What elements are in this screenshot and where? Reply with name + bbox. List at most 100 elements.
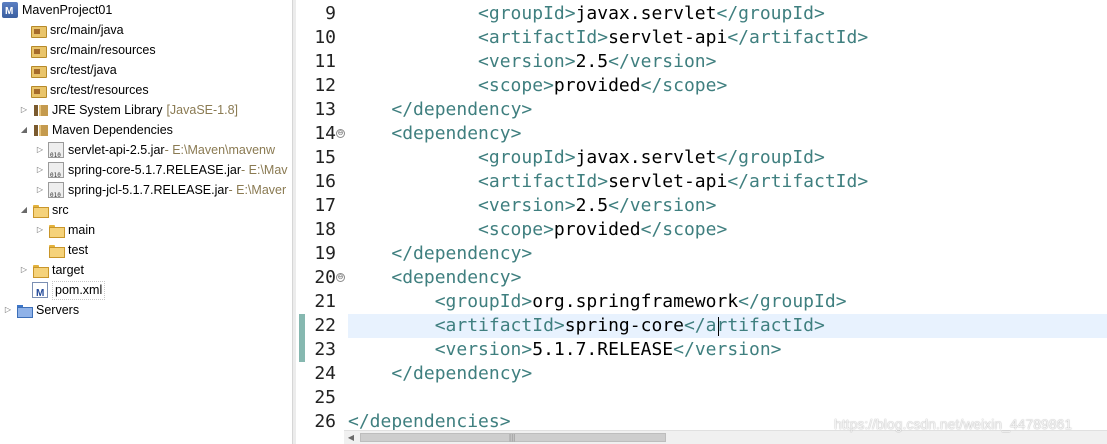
chevron-down-icon[interactable]: ◢: [18, 200, 30, 220]
watermark: https://blog.csdn.net/weixin_44789861: [834, 416, 1073, 432]
code-line[interactable]: <groupId>javax.servlet</groupId>: [348, 2, 825, 26]
code-line[interactable]: <dependency>: [348, 266, 521, 290]
line-number: 22: [314, 315, 336, 336]
xml-close-tag: </version>: [673, 339, 782, 360]
tree-item-target[interactable]: ▷ target: [18, 260, 84, 280]
project-explorer: MavenProject01 src/main/java src/main/re…: [0, 0, 292, 444]
fold-toggle-icon[interactable]: ⊖: [336, 129, 345, 138]
tree-item-decoration: - E:\Maver: [228, 183, 287, 197]
jar-icon: [48, 182, 64, 206]
xml-open-tag: <scope>: [478, 75, 554, 96]
scroll-left-arrow-icon[interactable]: ◀: [344, 431, 358, 444]
tree-item-spring-jcl-jar[interactable]: ▷ spring-jcl-5.1.7.RELEASE.jar - E:\Mave…: [34, 180, 287, 206]
code-line[interactable]: </dependency>: [348, 242, 532, 266]
tree-item-src-test-resources[interactable]: src/test/resources: [30, 80, 149, 100]
line-number: 26: [314, 411, 336, 432]
chevron-right-icon[interactable]: ▷: [34, 180, 46, 200]
chevron-right-icon[interactable]: ▷: [34, 140, 46, 160]
tree-item-label: pom.xml: [52, 280, 106, 300]
line-number: 19: [314, 243, 336, 264]
xml-close-tag: </artifactId>: [727, 27, 869, 48]
code-line[interactable]: <groupId>javax.servlet</groupId>: [348, 146, 825, 170]
xml-text-content: org.springframework: [532, 291, 739, 312]
tree-item-label: Maven Dependencies: [52, 123, 173, 137]
line-number: 13: [314, 99, 336, 120]
tree-item-src-test-java[interactable]: src/test/java: [30, 60, 117, 80]
line-number: 14: [314, 123, 336, 144]
code-line[interactable]: <artifactId>servlet-api</artifactId>: [348, 170, 868, 194]
xml-close-tag: </scope>: [640, 219, 728, 240]
chevron-right-icon[interactable]: ▷: [34, 160, 46, 180]
code-line[interactable]: <dependency>: [348, 122, 521, 146]
xml-text-content: provided: [553, 75, 641, 96]
chevron-right-icon[interactable]: ▷: [18, 260, 30, 280]
tree-item-main[interactable]: ▷ main: [34, 220, 95, 240]
code-line[interactable]: <artifactId>spring-core</artifactId>: [348, 314, 825, 338]
tree-item-spring-core-jar[interactable]: ▷ spring-core-5.1.7.RELEASE.jar - E:\Mav: [34, 160, 288, 186]
xml-open-tag: <groupId>: [478, 147, 576, 168]
chevron-right-icon[interactable]: ▷: [2, 300, 14, 320]
xml-close-tag: </groupId>: [738, 291, 847, 312]
source-folder-icon: [30, 42, 47, 58]
tree-item-label: src/main/java: [50, 23, 124, 37]
tree-item-pom-xml[interactable]: pom.xml: [32, 280, 106, 304]
line-number: 9: [325, 3, 336, 24]
xml-editor[interactable]: 9 <groupId>javax.servlet</groupId> 10 <ar…: [296, 0, 1107, 444]
tree-item-maven-project[interactable]: MavenProject01: [2, 0, 112, 22]
tree-item-label: target: [52, 263, 84, 277]
tree-item-label: spring-core-5.1.7.RELEASE.jar: [68, 163, 241, 177]
tree-item-src[interactable]: ◢ src: [18, 200, 69, 220]
xml-open-tag: <groupId>: [478, 3, 576, 24]
horizontal-scrollbar[interactable]: ◀ |||: [344, 430, 1107, 444]
xml-open-tag: <dependency>: [391, 267, 522, 288]
xml-text-content: javax.servlet: [575, 3, 717, 24]
xml-close-tag: </artifactId>: [727, 171, 869, 192]
text-cursor: [718, 317, 719, 336]
code-line[interactable]: <version>2.5</version>: [348, 50, 716, 74]
code-line[interactable]: <artifactId>servlet-api</artifactId>: [348, 26, 868, 50]
code-line[interactable]: <version>2.5</version>: [348, 194, 716, 218]
chevron-down-icon[interactable]: ◢: [18, 120, 30, 140]
source-folder-icon: [30, 22, 47, 38]
tree-item-src-main-java[interactable]: src/main/java: [30, 20, 124, 40]
tree-item-jre-system-library[interactable]: ▷ JRE System Library [JavaSE-1.8]: [18, 100, 238, 120]
chevron-right-icon[interactable]: ▷: [18, 100, 30, 120]
xml-open-tag: <version>: [434, 339, 533, 360]
tree-item-label: Servers: [36, 303, 80, 317]
code-line[interactable]: <scope>provided</scope>: [348, 74, 727, 98]
tree-item-test[interactable]: test: [48, 240, 88, 260]
folder-icon: [32, 202, 49, 218]
tree-item-label: servlet-api-2.5.jar: [68, 143, 165, 157]
xml-open-tag: <artifactId>: [478, 171, 609, 192]
chevron-right-icon[interactable]: ▷: [34, 220, 46, 240]
line-number: 16: [314, 171, 336, 192]
fold-toggle-icon[interactable]: ⊖: [336, 273, 345, 282]
tree-item-servlet-api-jar[interactable]: ▷ servlet-api-2.5.jar - E:\Maven\mavenw: [34, 140, 276, 166]
tree-item-src-main-resources[interactable]: src/main/resources: [30, 40, 156, 60]
scrollbar-thumb[interactable]: |||: [360, 433, 666, 442]
code-line[interactable]: </dependency>: [348, 98, 532, 122]
code-line[interactable]: </dependency>: [348, 362, 532, 386]
xml-close-tag: </groupId>: [716, 147, 825, 168]
code-line[interactable]: <version>5.1.7.RELEASE</version>: [348, 338, 782, 362]
xml-text-content: spring-core: [564, 315, 684, 336]
tree-item-maven-dependencies[interactable]: ◢ Maven Dependencies: [18, 120, 173, 140]
line-number: 17: [314, 195, 336, 216]
grip-icon: |||: [509, 433, 516, 442]
tree-item-servers[interactable]: ▷ Servers: [2, 300, 79, 320]
tree-item-decoration: - E:\Maven\mavenw: [164, 143, 276, 157]
line-number: 18: [314, 219, 336, 240]
code-line[interactable]: <groupId>org.springframework</groupId>: [348, 290, 847, 314]
maven-pom-icon: [32, 282, 48, 304]
xml-close-tag: </version>: [608, 195, 717, 216]
maven-project-icon: [2, 2, 18, 22]
line-number: 10: [314, 27, 336, 48]
code-line[interactable]: <scope>provided</scope>: [348, 218, 727, 242]
